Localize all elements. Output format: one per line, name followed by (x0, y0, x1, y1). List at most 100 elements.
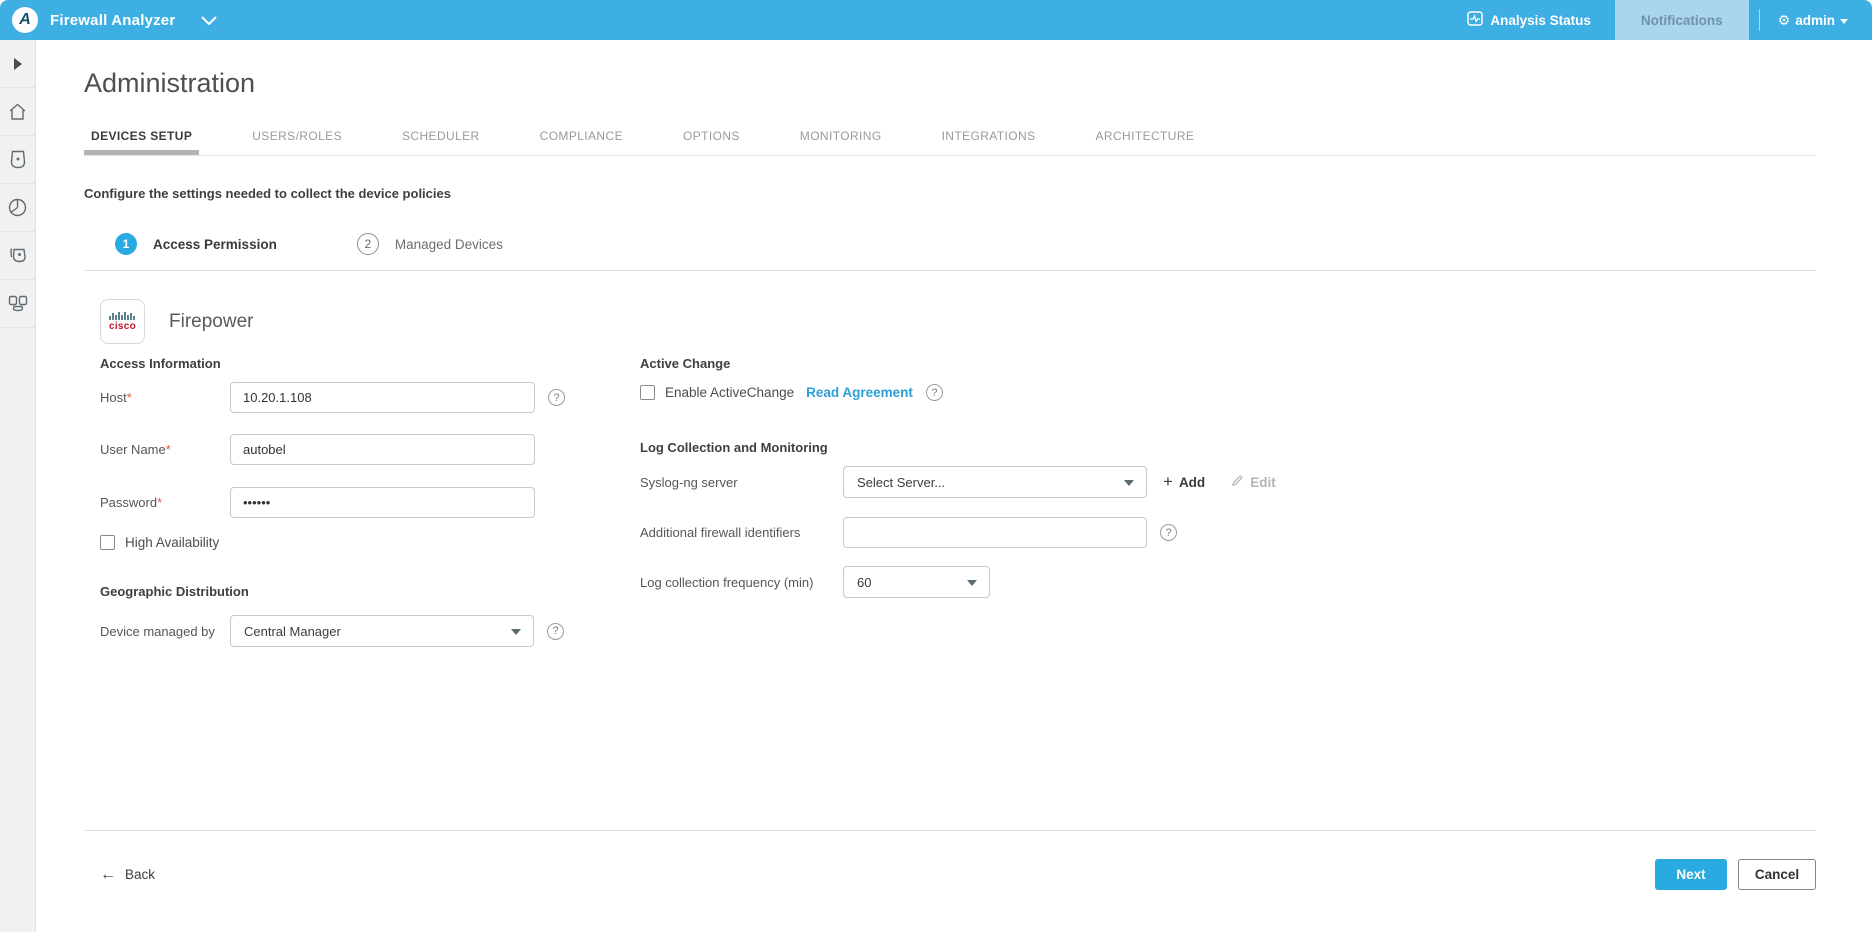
device-group-icon (8, 295, 27, 312)
add-label: Add (1178, 474, 1206, 490)
tab-devices-setup[interactable]: DEVICES SETUP (84, 123, 199, 155)
next-button[interactable]: Next (1655, 859, 1727, 890)
wizard-footer: ← Back Next Cancel (84, 831, 1816, 890)
tab-options[interactable]: OPTIONS (676, 123, 747, 155)
tab-architecture[interactable]: ARCHITECTURE (1089, 123, 1202, 155)
syslog-server-select[interactable]: Select Server... (843, 466, 1147, 498)
device-managed-by-value: Central Manager (244, 623, 341, 639)
add-syslog-server-button[interactable]: + Add (1163, 472, 1205, 492)
page-description: Configure the settings needed to collect… (84, 186, 451, 201)
notifications-button[interactable]: Notifications (1614, 0, 1749, 40)
active-change-heading: Active Change (640, 356, 731, 371)
identifiers-help-icon[interactable]: ? (1160, 524, 1177, 541)
app-title: Firewall Analyzer (50, 11, 176, 29)
sidebar-item-device-groups[interactable] (0, 280, 35, 328)
plus-icon: + (1163, 472, 1173, 491)
log-frequency-label: Log collection frequency (min) (640, 574, 814, 590)
back-label: Back (125, 867, 156, 882)
high-availability-checkbox[interactable] (100, 535, 115, 550)
top-header: A Firewall Analyzer Analysis Status Noti… (0, 0, 1872, 40)
username-label: User Name* (100, 442, 171, 457)
sidebar-item-device-copies[interactable] (0, 232, 35, 280)
firewall-identifiers-label: Additional firewall identifiers (640, 525, 801, 540)
analysis-status-label: Analysis Status (1490, 12, 1591, 28)
syslog-server-label: Syslog-ng server (640, 474, 738, 490)
left-sidebar (0, 40, 36, 932)
sidebar-item-devices[interactable] (0, 136, 35, 184)
chevron-down-icon[interactable] (201, 15, 218, 25)
home-icon (9, 103, 26, 120)
read-agreement-link[interactable]: Read Agreement (806, 385, 913, 400)
enable-activechange-label: Enable ActiveChange (665, 385, 795, 400)
tab-scheduler[interactable]: SCHEDULER (395, 123, 487, 155)
password-label: Password* (100, 495, 163, 510)
sidebar-item-reports[interactable] (0, 184, 35, 232)
activechange-help-icon[interactable]: ? (925, 384, 943, 401)
logging-column: Active Change Enable ActiveChange Read A… (640, 356, 1816, 830)
host-help-icon[interactable]: ? (548, 389, 565, 406)
admin-tabs: DEVICES SETUP USERS/ROLES SCHEDULER COMP… (84, 123, 1816, 156)
access-information-heading: Access Information (100, 356, 221, 371)
tab-integrations[interactable]: INTEGRATIONS (935, 123, 1043, 155)
step-label: Access Permission (153, 236, 277, 252)
tab-users-roles[interactable]: USERS/ROLES (245, 123, 349, 155)
device-setup-form: Access Information Host* ? User Name* Pa… (84, 356, 1816, 830)
cancel-button[interactable]: Cancel (1738, 859, 1816, 890)
step-label: Managed Devices (394, 236, 503, 252)
host-input[interactable] (230, 382, 535, 413)
access-column: Access Information Host* ? User Name* Pa… (84, 356, 640, 830)
app-brand[interactable]: A Firewall Analyzer (0, 7, 218, 33)
required-marker: * (126, 390, 132, 405)
app-logo-icon: A (12, 7, 38, 33)
main-content: Administration DEVICES SETUP USERS/ROLES… (36, 40, 1872, 932)
devices-copy-icon (9, 248, 26, 263)
log-collection-heading: Log Collection and Monitoring (640, 440, 828, 455)
dropdown-caret-icon (1124, 480, 1134, 486)
analysis-status-icon (1467, 11, 1484, 29)
device-type-name: Firepower (169, 310, 254, 332)
required-marker: * (165, 442, 171, 457)
device-managed-by-row: Device managed by Central Manager ? (100, 615, 640, 647)
host-label: Host* (100, 390, 132, 405)
tab-compliance[interactable]: COMPLIANCE (533, 123, 630, 155)
host-row: Host* ? (100, 382, 640, 413)
device-managed-by-label: Device managed by (100, 623, 215, 639)
analysis-status-button[interactable]: Analysis Status (1467, 11, 1591, 29)
sidebar-item-home[interactable] (0, 88, 35, 136)
high-availability-label: High Availability (125, 535, 220, 550)
admin-user-label: admin (1795, 12, 1835, 28)
step-managed-devices: 2 Managed Devices (356, 233, 503, 255)
required-marker: * (157, 495, 163, 510)
edit-syslog-server-button[interactable]: Edit (1231, 474, 1276, 490)
admin-menu[interactable]: ⚙ admin (1760, 13, 1872, 28)
high-availability-row: High Availability (100, 535, 640, 550)
firewall-identifiers-input[interactable] (843, 517, 1147, 548)
username-row: User Name* (100, 434, 640, 465)
step-number-badge: 1 (115, 233, 137, 255)
dropdown-caret-icon (511, 629, 521, 635)
geographic-distribution-heading: Geographic Distribution (100, 584, 249, 599)
log-frequency-value: 60 (857, 574, 872, 590)
back-arrow-icon: ← (100, 865, 116, 883)
pencil-icon (1231, 474, 1244, 490)
device-managed-by-select[interactable]: Central Manager (230, 615, 534, 647)
page-title: Administration (84, 68, 256, 98)
back-button[interactable]: ← Back (100, 866, 155, 884)
clock-report-icon (8, 198, 27, 217)
password-input[interactable] (230, 487, 535, 518)
syslog-server-value: Select Server... (857, 474, 946, 490)
tab-monitoring[interactable]: MONITORING (793, 123, 889, 155)
managed-by-help-icon[interactable]: ? (547, 622, 564, 640)
cisco-logo-icon: cisco (100, 299, 145, 344)
log-frequency-select[interactable]: 60 (843, 566, 990, 598)
device-brand-row: cisco Firepower (84, 299, 1816, 344)
step-access-permission: 1 Access Permission (115, 233, 277, 255)
enable-activechange-checkbox[interactable] (640, 385, 655, 400)
sidebar-expand-toggle[interactable] (0, 40, 35, 88)
firewall-identifiers-row: Additional firewall identifiers ? (640, 517, 1816, 548)
cisco-bars-icon (108, 312, 135, 320)
step-number-badge: 2 (356, 233, 379, 255)
wizard-steps: 1 Access Permission 2 Managed Devices (84, 233, 1816, 255)
username-input[interactable] (230, 434, 535, 465)
edit-label: Edit (1250, 474, 1276, 490)
